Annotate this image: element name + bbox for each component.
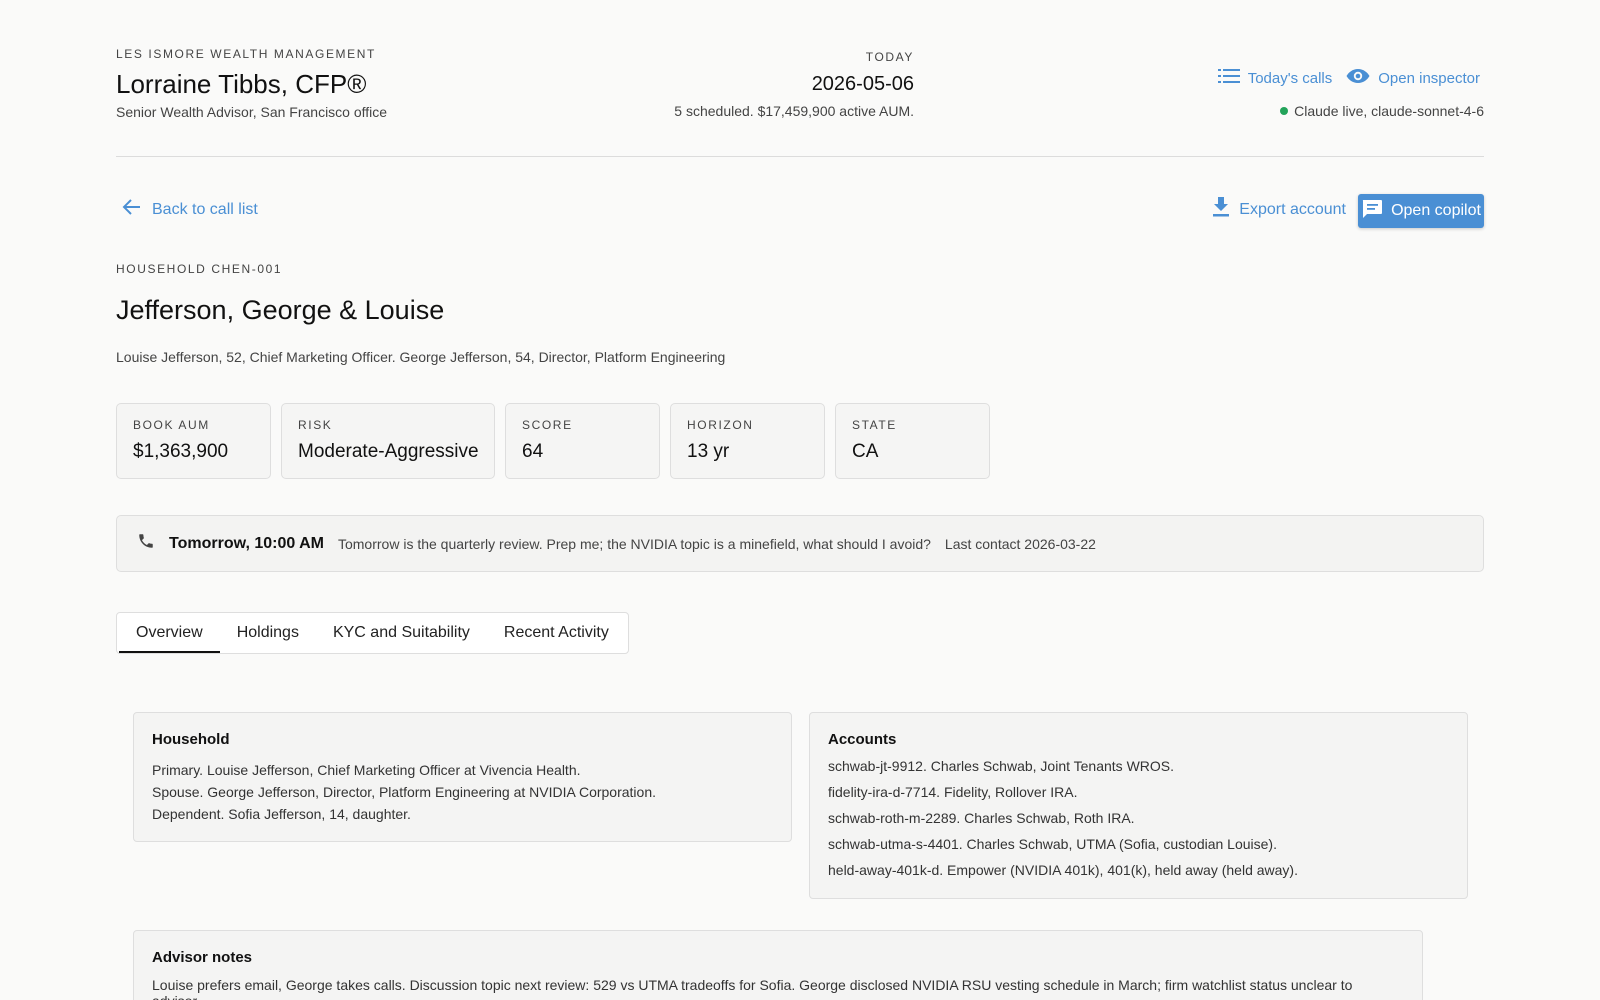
- download-icon: [1212, 197, 1230, 222]
- header-links: Today's calls Open inspector: [1217, 68, 1480, 88]
- open-copilot-button[interactable]: Open copilot: [1358, 194, 1484, 228]
- today-date: 2026-05-06: [811, 73, 914, 95]
- app-header: LES ISMORE WEALTH MANAGEMENT Lorraine Ti…: [116, 0, 1484, 157]
- stat-label: STATE: [852, 418, 897, 432]
- account-item: fidelity-ira-d-7714. Fidelity, Rollover …: [828, 784, 1078, 800]
- stat-card-risk: RISK Moderate-Aggressive: [281, 403, 495, 479]
- advisor-name: Lorraine Tibbs, CFP®: [116, 69, 367, 99]
- call-message: Tomorrow is the quarterly review. Prep m…: [337, 535, 931, 552]
- stat-card-state: STATE CA: [835, 403, 990, 479]
- household-member: Primary. Louise Jefferson, Chief Marketi…: [152, 762, 581, 778]
- today-summary-box: TODAY 2026-05-06 5 scheduled. $17,459,90…: [674, 50, 914, 119]
- open-inspector-link[interactable]: Open inspector: [1346, 68, 1480, 88]
- back-label: Back to call list: [152, 200, 258, 218]
- status-dot-icon: [1280, 107, 1289, 115]
- firm-name: LES ISMORE WEALTH MANAGEMENT: [116, 47, 376, 61]
- household-member: Spouse. George Jefferson, Director, Plat…: [152, 784, 656, 800]
- account-item: schwab-utma-s-4401. Charles Schwab, UTMA…: [828, 836, 1277, 852]
- copilot-label: Open copilot: [1391, 202, 1481, 219]
- back-to-call-list-link[interactable]: Back to call list: [122, 197, 258, 222]
- account-tabs: Overview Holdings KYC and Suitability Re…: [116, 612, 629, 654]
- export-account-button[interactable]: Export account: [1212, 197, 1346, 222]
- stat-label: HORIZON: [687, 418, 754, 432]
- household-description: Louise Jefferson, 52, Chief Marketing Of…: [116, 349, 726, 365]
- upcoming-call-banner: Tomorrow, 10:00 AM Tomorrow is the quart…: [116, 515, 1484, 572]
- accounts-card: Accounts schwab-jt-9912. Charles Schwab,…: [809, 712, 1468, 899]
- stat-card-horizon: HORIZON 13 yr: [670, 403, 825, 479]
- chat-icon: [1361, 199, 1383, 224]
- stat-card-book-aum: BOOK AUM $1,363,900: [116, 403, 271, 479]
- account-item: schwab-roth-m-2289. Charles Schwab, Roth…: [828, 810, 1135, 826]
- stat-label: SCORE: [522, 418, 573, 432]
- account-item: schwab-jt-9912. Charles Schwab, Joint Te…: [828, 758, 1175, 774]
- tab-overview[interactable]: Overview: [119, 613, 220, 653]
- list-icon: [1217, 68, 1240, 88]
- stat-cards: BOOK AUM $1,363,900 RISK Moderate-Aggres…: [116, 403, 990, 479]
- todays-calls-label: Today's calls: [1247, 69, 1333, 87]
- eye-icon: [1346, 68, 1370, 88]
- stat-value: 64: [522, 441, 544, 462]
- todays-calls-link[interactable]: Today's calls: [1217, 68, 1333, 88]
- household-id: HOUSEHOLD CHEN-001: [116, 262, 283, 276]
- stat-value: 13 yr: [687, 441, 730, 462]
- model-status-text: Claude live, claude-sonnet-4-6: [1294, 103, 1484, 119]
- phone-icon: [137, 532, 155, 555]
- household-name: Jefferson, George & Louise: [116, 295, 445, 325]
- stat-value: CA: [852, 441, 879, 462]
- stat-label: BOOK AUM: [133, 418, 210, 432]
- today-label: TODAY: [865, 50, 914, 64]
- tab-recent-activity[interactable]: Recent Activity: [487, 613, 626, 653]
- tab-holdings[interactable]: Holdings: [220, 613, 316, 653]
- last-contact: Last contact 2026-03-22: [944, 535, 1096, 552]
- account-item: held-away-401k-d. Empower (NVIDIA 401k),…: [828, 862, 1298, 878]
- page-container: LES ISMORE WEALTH MANAGEMENT Lorraine Ti…: [116, 0, 1484, 1000]
- today-summary: 5 scheduled. $17,459,900 active AUM.: [674, 103, 914, 119]
- advisor-notes-text: Louise prefers email, George takes calls…: [152, 977, 1353, 1000]
- stat-label: RISK: [298, 418, 333, 432]
- stat-value: Moderate-Aggressive: [298, 441, 479, 462]
- tab-kyc-and-suitability[interactable]: KYC and Suitability: [316, 613, 487, 653]
- model-status: Claude live, claude-sonnet-4-6: [1280, 103, 1484, 119]
- household-card-title: Household: [152, 731, 230, 748]
- accounts-card-title: Accounts: [828, 731, 897, 748]
- export-label: Export account: [1239, 200, 1346, 218]
- household-card: Household Primary. Louise Jefferson, Chi…: [133, 712, 792, 842]
- advisor-notes-card: Advisor notes Louise prefers email, Geor…: [133, 930, 1423, 1000]
- open-inspector-label: Open inspector: [1378, 69, 1480, 87]
- stat-value: $1,363,900: [133, 441, 229, 462]
- advisor-title: Senior Wealth Advisor, San Francisco off…: [116, 104, 388, 120]
- call-time: Tomorrow, 10:00 AM: [169, 534, 324, 552]
- action-bar: Back to call list Export account Open co…: [116, 157, 1484, 257]
- household-member: Dependent. Sofia Jefferson, 14, daughter…: [152, 806, 411, 822]
- advisor-notes-title: Advisor notes: [152, 949, 253, 966]
- arrow-left-icon: [122, 197, 142, 222]
- stat-card-score: SCORE 64: [505, 403, 660, 479]
